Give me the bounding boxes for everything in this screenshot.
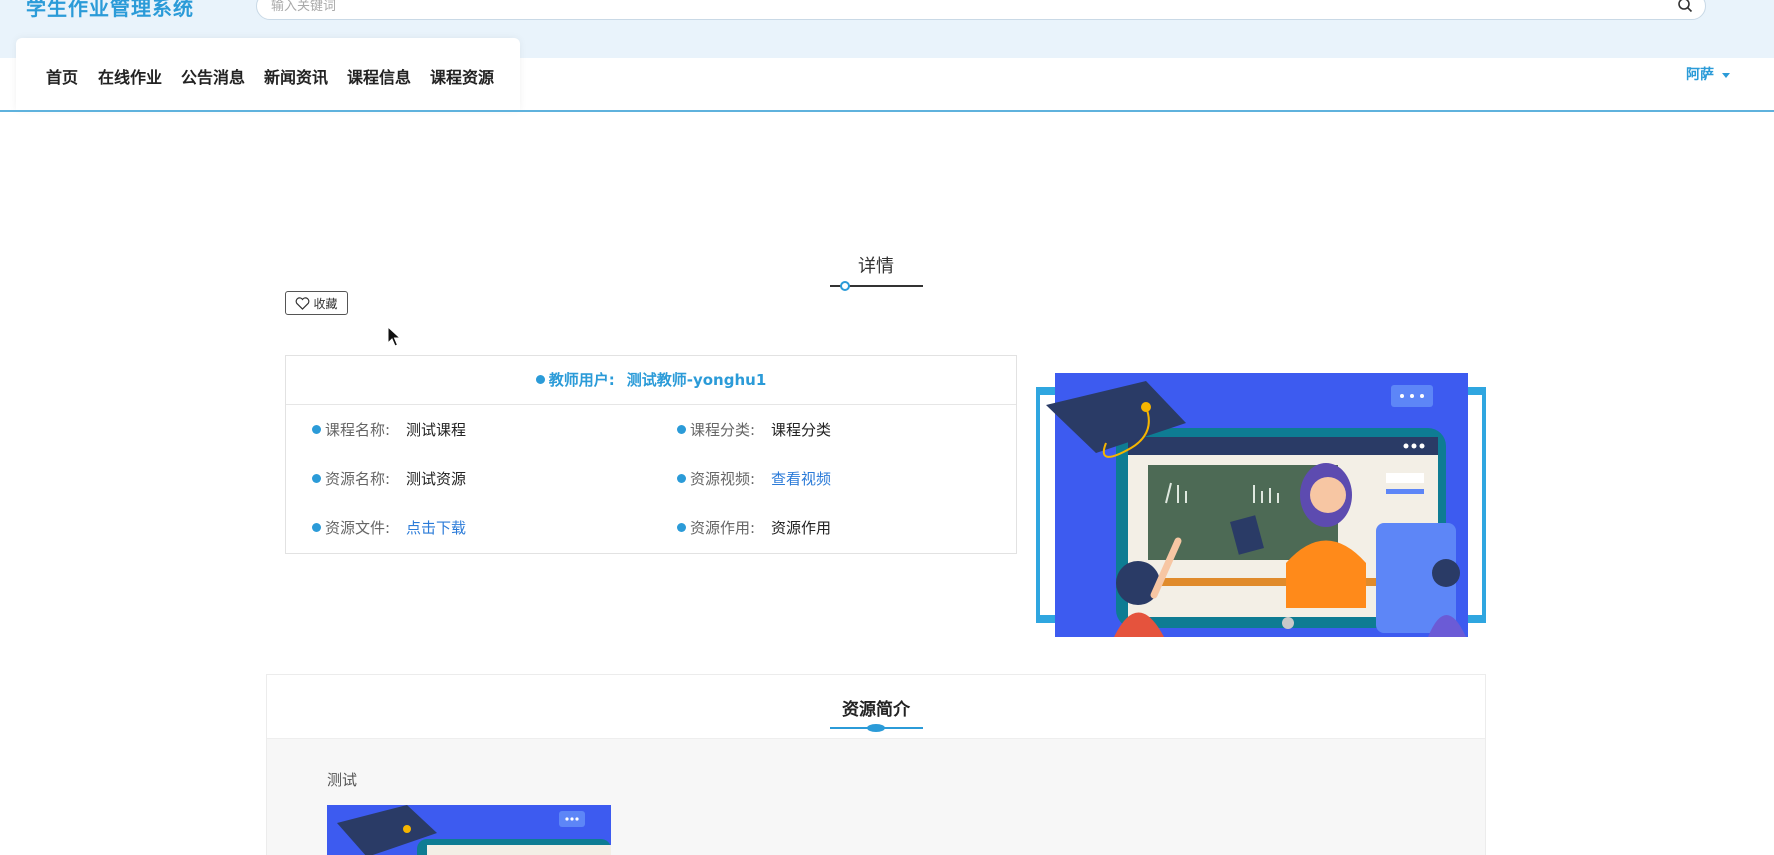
bullet-icon (677, 474, 686, 483)
intro-text: 测试 (327, 771, 358, 789)
site-logo[interactable]: 学生作业管理系统 (26, 0, 194, 21)
field-resource-name: 资源名称: 测试资源 (312, 468, 466, 489)
field-label: 课程名称: (325, 421, 391, 439)
nav-item-course-resources[interactable]: 课程资源 (430, 64, 494, 88)
main-nav: 首页 在线作业 公告消息 新闻资讯 课程信息 课程资源 (16, 38, 520, 110)
nav-item-announcements[interactable]: 公告消息 (181, 64, 245, 88)
favorite-button[interactable]: 收藏 (285, 291, 348, 315)
nav-item-news[interactable]: 新闻资讯 (264, 64, 328, 88)
field-label: 资源作用: (690, 519, 756, 537)
field-resource-file: 资源文件: 点击下载 (312, 517, 466, 538)
bullet-icon (535, 375, 545, 384)
resource-cover-image (1036, 373, 1486, 637)
caret-down-icon (1722, 72, 1730, 78)
intro-header: 资源简介 (267, 675, 1485, 739)
view-video-link[interactable]: 查看视频 (771, 468, 831, 489)
field-course-category: 课程分类: 课程分类 (677, 419, 831, 440)
bullet-icon (312, 425, 321, 434)
field-value: 测试课程 (406, 421, 467, 439)
field-label: 资源名称: (325, 470, 391, 488)
bullet-icon (677, 425, 686, 434)
bullet-icon (677, 523, 686, 532)
field-resource-purpose: 资源作用: 资源作用 (677, 517, 831, 538)
heart-icon (296, 296, 310, 310)
teacher-label: 教师用户: (548, 371, 615, 389)
field-label: 资源视频: (690, 470, 756, 488)
teacher-row: 教师用户: 测试教师-yonghu1 (286, 356, 1016, 405)
intro-image (327, 805, 611, 855)
field-resource-video: 资源视频: 查看视频 (677, 468, 831, 489)
search-bar (256, 0, 1706, 20)
bullet-icon (312, 474, 321, 483)
download-link[interactable]: 点击下载 (406, 517, 466, 538)
field-value: 测试资源 (406, 470, 467, 488)
nav-item-home[interactable]: 首页 (46, 64, 78, 88)
bullet-icon (312, 523, 321, 532)
teacher-value: 测试教师-yonghu1 (626, 371, 767, 389)
detail-title-dot (840, 281, 850, 291)
nav-item-course-info[interactable]: 课程信息 (347, 64, 411, 88)
detail-title: 详情 (858, 256, 894, 277)
field-value: 资源作用 (771, 519, 832, 537)
user-name: 阿萨 (1686, 67, 1714, 83)
intro-title-dot (867, 724, 885, 732)
nav-divider (0, 110, 1774, 112)
search-icon[interactable] (1677, 0, 1693, 13)
field-label: 资源文件: (325, 519, 391, 537)
field-value: 课程分类 (771, 421, 832, 439)
favorite-label: 收藏 (313, 296, 338, 311)
intro-title: 资源简介 (842, 700, 910, 720)
user-menu[interactable]: 阿萨 (1686, 64, 1730, 84)
intro-card: 资源简介 测试 (266, 674, 1486, 855)
nav-item-online-homework[interactable]: 在线作业 (98, 64, 162, 88)
info-box: 教师用户: 测试教师-yonghu1 课程名称: 测试课程 课程分类: 课程分类 … (285, 355, 1017, 554)
field-course-name: 课程名称: 测试课程 (312, 419, 466, 440)
search-input[interactable] (271, 0, 1651, 17)
mouse-pointer-icon (387, 326, 402, 347)
field-label: 课程分类: (690, 421, 756, 439)
